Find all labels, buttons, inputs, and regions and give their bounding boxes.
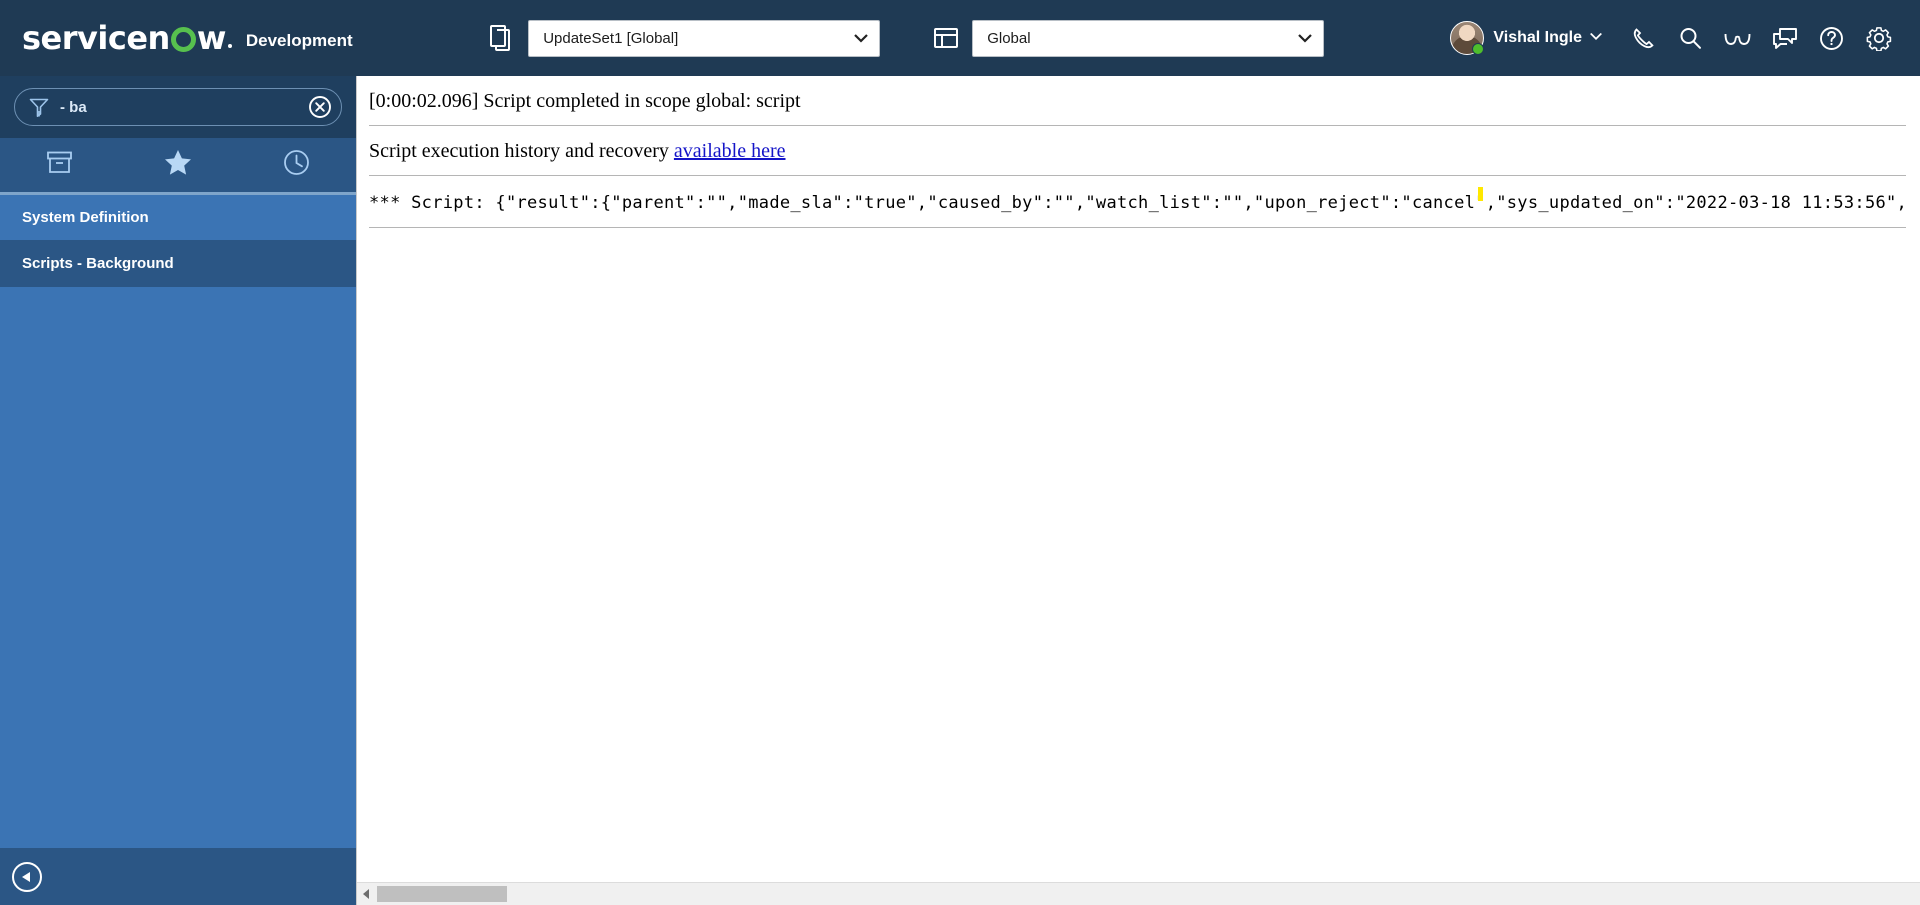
servicenow-app: servicen w Development UpdateSet1 [Global… [0, 0, 1920, 905]
glasses-icon[interactable] [1714, 15, 1761, 61]
sidebar-item-scripts-background[interactable]: Scripts - Background [0, 240, 356, 287]
horizontal-scroll-thumb[interactable] [377, 886, 507, 902]
application-navigator: - ba System Definition Scripts - Backgro… [0, 76, 356, 905]
chevron-down-icon [1297, 31, 1313, 46]
help-icon[interactable] [1808, 15, 1855, 61]
sidebar-section-system-definition[interactable]: System Definition [0, 192, 356, 240]
collapse-left-icon[interactable] [12, 861, 42, 892]
body-row: - ba System Definition Scripts - Backgro… [0, 76, 1920, 905]
clear-circle-x-icon[interactable] [307, 94, 333, 120]
update-set-select[interactable]: UpdateSet1 [Global] [528, 19, 881, 57]
gear-icon[interactable] [1855, 15, 1902, 61]
script-output-pane: [0:00:02.096] Script completed in scope … [357, 76, 1920, 870]
navigator-filter-value: - ba [60, 98, 87, 116]
application-value: Global [987, 29, 1031, 47]
chevron-down-icon [1590, 32, 1602, 44]
banner-center-pickers: UpdateSet1 [Global] Global [356, 18, 1450, 58]
user-menu[interactable]: Vishal Ingle [1450, 21, 1602, 55]
recovery-text: Script execution history and recovery [369, 140, 674, 162]
navigator-tabs [0, 138, 356, 192]
navigator-empty-space [0, 287, 356, 848]
presence-indicator [1472, 43, 1485, 55]
script-recovery-line: Script execution history and recovery av… [369, 126, 1906, 175]
logo-o-ring-icon [170, 27, 196, 52]
filter-funnel-icon [29, 97, 49, 118]
text-caret-marker [1478, 187, 1483, 201]
update-set-icon[interactable] [482, 18, 522, 58]
scroll-left-arrow[interactable] [357, 883, 375, 905]
navigator-filter-box[interactable]: - ba [14, 88, 342, 126]
conversation-icon[interactable] [1761, 15, 1808, 61]
phone-icon[interactable] [1620, 15, 1667, 61]
sidebar-item-all-applications[interactable] [0, 138, 119, 192]
navigator-footer [0, 848, 356, 905]
script-result-line: [0:00:02.096] Script completed in scope … [369, 90, 801, 112]
navigator-search-row: - ba [0, 76, 356, 138]
application-picker-icon[interactable] [926, 18, 966, 58]
horizontal-scrollbar[interactable] [357, 882, 1920, 905]
brand-block: servicen w Development [0, 22, 356, 54]
sidebar-item-favorites[interactable] [119, 138, 238, 192]
logo-dot-icon [227, 44, 232, 48]
divider-3 [369, 227, 1906, 228]
user-name: Vishal Ingle [1493, 29, 1582, 46]
sidebar-section-label: System Definition [22, 209, 149, 226]
logo-text-part-a: servicen [22, 19, 170, 57]
main-bottom-padding [357, 870, 1920, 882]
banner-right-tools: Vishal Ingle [1450, 15, 1920, 61]
script-output-text: *** Script: {"result":{"parent":"","made… [369, 193, 1906, 213]
star-icon [164, 149, 192, 181]
box-icon [46, 150, 73, 180]
update-set-value: UpdateSet1 [Global] [543, 29, 679, 47]
search-icon[interactable] [1667, 15, 1714, 61]
avatar [1450, 21, 1485, 55]
sidebar-item-history[interactable] [237, 138, 356, 192]
available-here-link[interactable]: available here [674, 140, 786, 162]
top-banner: servicen w Development UpdateSet1 [Global… [0, 0, 1920, 76]
sidebar-item-label: Scripts - Background [22, 255, 174, 272]
logo-text-part-b: w [196, 19, 227, 57]
application-picker-group: Global [926, 18, 1325, 58]
chevron-down-icon [853, 31, 869, 46]
servicenow-logo[interactable]: servicen w [22, 22, 232, 54]
clock-icon [283, 149, 310, 181]
environment-label: Development [245, 31, 353, 50]
main-content: [0:00:02.096] Script completed in scope … [356, 76, 1920, 905]
application-select[interactable]: Global [972, 19, 1325, 57]
collapse-triangle [22, 871, 30, 882]
update-set-picker-group: UpdateSet1 [Global] [482, 18, 881, 58]
